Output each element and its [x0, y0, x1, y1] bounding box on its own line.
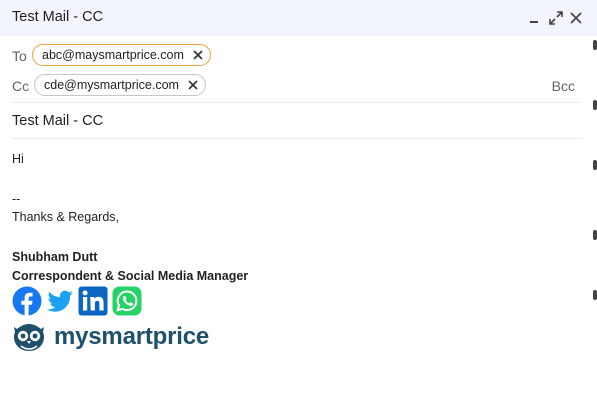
- remove-to-recipient-icon[interactable]: [192, 49, 204, 61]
- linkedin-icon[interactable]: [78, 286, 108, 316]
- compose-title-bar[interactable]: Test Mail - CC: [0, 0, 597, 36]
- owl-logo-icon: [14, 324, 44, 351]
- cc-label: Cc: [12, 78, 30, 94]
- close-button[interactable]: [568, 10, 584, 26]
- bcc-button[interactable]: Bcc: [552, 78, 575, 94]
- twitter-icon[interactable]: [45, 286, 75, 316]
- expand-button[interactable]: [548, 10, 564, 26]
- subject-field[interactable]: Test Mail - CC: [12, 110, 581, 139]
- signature-name: Shubham Dutt: [12, 250, 98, 264]
- subject-text[interactable]: Test Mail - CC: [12, 113, 103, 129]
- to-recipient-chip[interactable]: abc@maysmartprice.com: [32, 44, 211, 66]
- window-title: Test Mail - CC: [12, 9, 104, 25]
- to-recipient-text: abc@maysmartprice.com: [42, 48, 184, 62]
- cc-row: Cc cde@mysmartprice.com Bcc: [12, 74, 581, 103]
- brand-name: mysmartprice: [54, 323, 210, 350]
- whatsapp-icon[interactable]: [112, 286, 142, 316]
- minimize-button[interactable]: [527, 10, 543, 26]
- to-label: To: [12, 48, 27, 64]
- compose-window: Test Mail - CC To abc@maysmartprice.com: [0, 0, 597, 416]
- body-closing: Thanks & Regards,: [12, 210, 119, 224]
- cc-recipient-chip[interactable]: cde@mysmartprice.com: [34, 74, 206, 96]
- remove-cc-recipient-icon[interactable]: [187, 79, 199, 91]
- scrollbar-marks: [593, 36, 597, 416]
- to-row: To abc@maysmartprice.com: [12, 44, 581, 68]
- cc-recipient-text: cde@mysmartprice.com: [44, 78, 179, 92]
- expand-icon: [549, 11, 563, 25]
- signature-separator: --: [12, 192, 21, 206]
- signature-role: Correspondent & Social Media Manager: [12, 269, 249, 283]
- facebook-icon[interactable]: [12, 286, 42, 316]
- minimize-icon: [530, 21, 538, 23]
- body-greeting: Hi: [12, 152, 24, 166]
- close-icon: [570, 12, 582, 24]
